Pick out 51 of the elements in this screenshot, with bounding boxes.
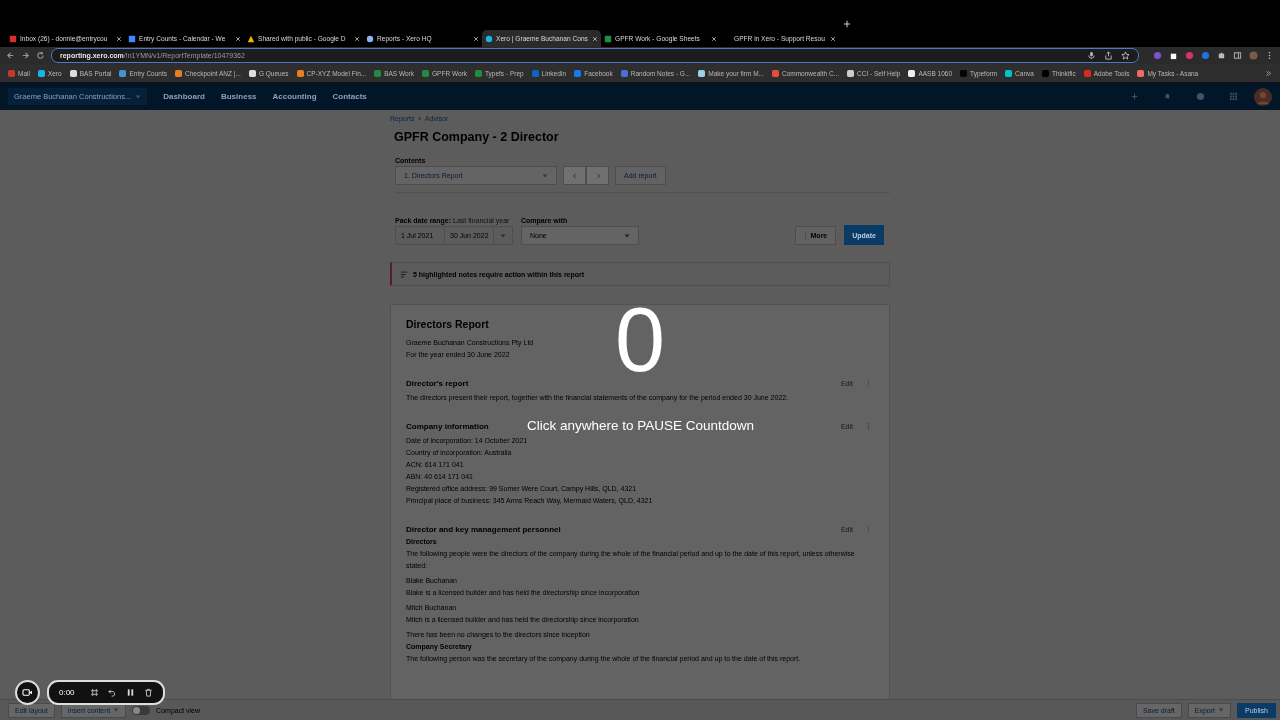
- triangle-icon: [247, 34, 255, 43]
- camera-button[interactable]: [15, 680, 40, 705]
- nav-link[interactable]: Accounting: [272, 92, 317, 101]
- close-icon[interactable]: [235, 35, 241, 42]
- chevron-icon[interactable]: [1265, 69, 1272, 77]
- caret-icon: [500, 232, 506, 239]
- toggle-switch[interactable]: [132, 705, 151, 715]
- sidebar-icon[interactable]: [1233, 51, 1242, 60]
- grid-icon[interactable]: [89, 688, 99, 697]
- close-icon[interactable]: [711, 35, 717, 42]
- page-title: GPFR Company - 2 Director: [394, 130, 560, 144]
- square-icon: [9, 34, 17, 43]
- section-title: Company information: [406, 421, 489, 431]
- caret-icon: [624, 232, 630, 239]
- section-title: Director's report: [406, 378, 469, 388]
- square-icon: [128, 34, 136, 43]
- nav-link[interactable]: Business: [220, 92, 257, 101]
- countdown-message: Click anywhere to PAUSE Countdown: [527, 418, 755, 433]
- recording-time: 0:00: [59, 688, 75, 697]
- caret-icon: [1218, 707, 1225, 713]
- pause-icon[interactable]: [125, 688, 135, 697]
- close-icon[interactable]: [592, 35, 598, 42]
- back-icon[interactable]: [6, 51, 15, 60]
- microphone-icon[interactable]: [1087, 51, 1096, 60]
- star-icon[interactable]: [1121, 51, 1130, 60]
- close-icon[interactable]: [354, 35, 360, 42]
- caret-icon: [135, 93, 142, 100]
- caret-icon: [542, 172, 548, 179]
- report-title: Directors Report: [406, 318, 490, 330]
- circle-icon: [485, 34, 493, 43]
- close-icon[interactable]: [830, 35, 836, 42]
- new-tab-icon[interactable]: [843, 19, 851, 28]
- undo-icon[interactable]: [107, 688, 117, 697]
- chevron-left-icon: [571, 172, 578, 179]
- share-icon[interactable]: [1104, 51, 1113, 60]
- list-icon: [400, 270, 408, 278]
- nav-link[interactable]: Dashboard: [163, 92, 205, 101]
- chevron-right-icon: [594, 172, 601, 179]
- circle-icon: [366, 34, 374, 43]
- forward-icon[interactable]: [21, 51, 30, 60]
- square-icon: [604, 34, 612, 43]
- trash-icon[interactable]: [143, 688, 153, 697]
- close-icon[interactable]: [116, 35, 122, 42]
- caret-icon: [113, 707, 120, 713]
- reload-icon[interactable]: [36, 51, 45, 60]
- close-icon[interactable]: [473, 35, 479, 42]
- nav-link[interactable]: Contacts: [332, 92, 367, 101]
- video-camera-icon: [22, 688, 33, 697]
- section-title: Director and key management personnel: [406, 524, 561, 534]
- puzzle-icon[interactable]: [1217, 51, 1226, 60]
- countdown-number: 0: [613, 290, 667, 390]
